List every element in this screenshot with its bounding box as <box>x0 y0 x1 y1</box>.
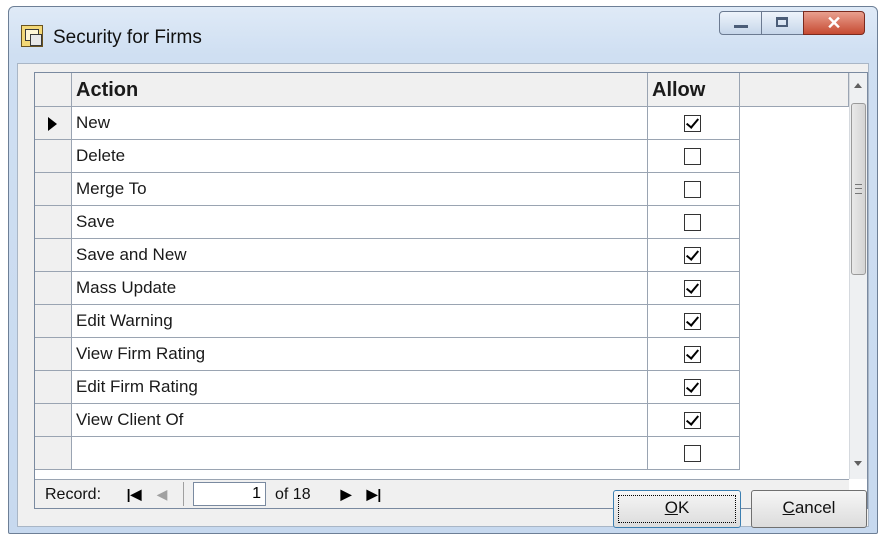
row-selector[interactable] <box>35 437 72 470</box>
action-cell[interactable]: Edit Warning <box>72 305 648 338</box>
row-selector[interactable] <box>35 272 72 305</box>
allow-cell <box>648 239 740 272</box>
allow-checkbox[interactable] <box>684 115 701 132</box>
scroll-down-arrow-icon[interactable] <box>854 461 862 466</box>
column-header-action[interactable]: Action <box>72 73 648 107</box>
allow-checkbox[interactable] <box>684 148 701 165</box>
select-all-corner[interactable] <box>35 73 72 107</box>
allow-cell <box>648 140 740 173</box>
table-row[interactable]: View Firm Rating <box>35 338 740 371</box>
window-title: Security for Firms <box>53 27 202 48</box>
minimize-icon <box>734 25 748 28</box>
current-record-arrow-icon <box>48 117 57 131</box>
action-cell[interactable]: Merge To <box>72 173 648 206</box>
record-label: Record: <box>45 486 102 503</box>
allow-checkbox[interactable] <box>684 379 701 396</box>
allow-cell <box>648 173 740 206</box>
title-bar[interactable]: Security for Firms ✕ <box>9 7 877 55</box>
allow-cell <box>648 107 740 140</box>
last-record-button[interactable]: ▶| <box>363 483 385 505</box>
navigator-separator <box>183 482 184 506</box>
table-row[interactable]: New <box>35 107 740 140</box>
table-row[interactable]: Save and New <box>35 239 740 272</box>
security-grid: Action Allow New Delete Merge To Save Save a… <box>34 72 868 509</box>
ok-button[interactable]: OK <box>613 490 741 528</box>
table-row[interactable] <box>35 437 740 470</box>
action-cell[interactable]: New <box>72 107 648 140</box>
close-icon: ✕ <box>826 13 842 33</box>
scroll-up-arrow-icon[interactable] <box>854 83 862 88</box>
scroll-thumb[interactable] <box>851 103 866 275</box>
cancel-accelerator: C <box>782 498 795 517</box>
dialog-window: Security for Firms ✕ Action Allow New Del… <box>8 6 878 534</box>
allow-checkbox[interactable] <box>684 412 701 429</box>
action-cell[interactable]: View Firm Rating <box>72 338 648 371</box>
allow-checkbox[interactable] <box>684 214 701 231</box>
allow-cell <box>648 371 740 404</box>
table-row[interactable]: Mass Update <box>35 272 740 305</box>
row-selector[interactable] <box>35 140 72 173</box>
allow-checkbox[interactable] <box>684 247 701 264</box>
action-cell[interactable]: Save <box>72 206 648 239</box>
allow-cell <box>648 206 740 239</box>
next-record-icon: ▶ <box>340 486 352 502</box>
table-row[interactable]: Delete <box>35 140 740 173</box>
maximize-icon <box>776 17 788 27</box>
dialog-body: Action Allow New Delete Merge To Save Save a… <box>17 63 869 528</box>
row-selector[interactable] <box>35 404 72 437</box>
previous-record-icon: ◀ <box>156 486 168 502</box>
focus-rectangle <box>618 495 736 523</box>
current-record-input[interactable]: 1 <box>193 482 266 506</box>
next-record-button[interactable]: ▶ <box>335 483 357 505</box>
cancel-button[interactable]: Cancel <box>751 490 867 528</box>
vertical-scrollbar[interactable] <box>849 73 867 479</box>
last-record-icon: ▶| <box>366 486 382 502</box>
row-selector[interactable] <box>35 206 72 239</box>
allow-cell <box>648 305 740 338</box>
grip-icon <box>855 184 862 194</box>
close-button[interactable]: ✕ <box>803 11 865 35</box>
maximize-button[interactable] <box>761 11 804 35</box>
action-cell[interactable]: Save and New <box>72 239 648 272</box>
allow-checkbox[interactable] <box>684 313 701 330</box>
form-icon <box>21 25 43 47</box>
allow-checkbox[interactable] <box>684 181 701 198</box>
allow-cell <box>648 404 740 437</box>
allow-checkbox[interactable] <box>684 346 701 363</box>
row-selector[interactable] <box>35 371 72 404</box>
first-record-button[interactable]: |◀ <box>123 483 145 505</box>
action-cell[interactable]: Edit Firm Rating <box>72 371 648 404</box>
first-record-icon: |◀ <box>126 486 142 502</box>
previous-record-button[interactable]: ◀ <box>151 483 173 505</box>
record-count: of 18 <box>275 486 311 503</box>
table-row[interactable]: View Client Of <box>35 404 740 437</box>
allow-cell <box>648 338 740 371</box>
row-selector[interactable] <box>35 107 72 140</box>
minimize-button[interactable] <box>719 11 762 35</box>
action-cell[interactable]: Delete <box>72 140 648 173</box>
action-cell[interactable] <box>72 437 648 470</box>
allow-checkbox[interactable] <box>684 445 701 462</box>
table-row[interactable]: Edit Warning <box>35 305 740 338</box>
allow-cell <box>648 437 740 470</box>
row-selector[interactable] <box>35 239 72 272</box>
column-header-empty <box>740 73 849 107</box>
column-header-allow[interactable]: Allow <box>648 73 740 107</box>
table-row[interactable]: Merge To <box>35 173 740 206</box>
row-selector[interactable] <box>35 305 72 338</box>
cancel-label-rest: ancel <box>794 498 836 517</box>
action-cell[interactable]: Mass Update <box>72 272 648 305</box>
row-selector[interactable] <box>35 173 72 206</box>
row-selector[interactable] <box>35 338 72 371</box>
action-cell[interactable]: View Client Of <box>72 404 648 437</box>
grid-rows: New Delete Merge To Save Save and New Mass Up… <box>35 107 740 507</box>
allow-cell <box>648 272 740 305</box>
table-row[interactable]: Save <box>35 206 740 239</box>
table-row[interactable]: Edit Firm Rating <box>35 371 740 404</box>
allow-checkbox[interactable] <box>684 280 701 297</box>
